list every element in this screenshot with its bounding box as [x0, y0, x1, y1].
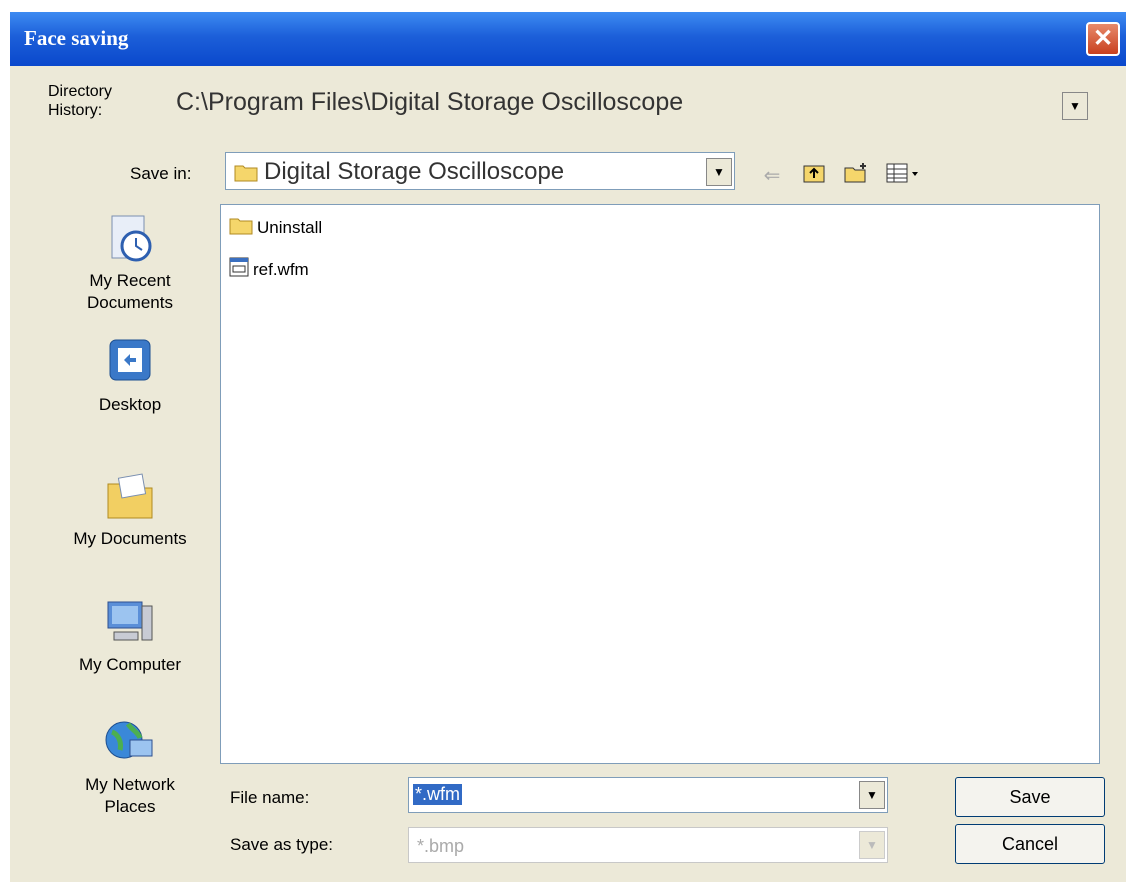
save-button[interactable]: Save [955, 777, 1105, 817]
save-as-type-dropdown[interactable]: ▼ [859, 831, 885, 859]
chevron-down-icon: ▼ [713, 165, 725, 179]
chevron-down-icon: ▼ [1069, 99, 1081, 113]
place-my-computer[interactable]: My Computer [50, 596, 210, 676]
file-name-label: File name: [230, 788, 310, 807]
file-name: ref.wfm [253, 259, 309, 279]
my-computer-icon [102, 596, 158, 650]
file-name-dropdown[interactable]: ▼ [859, 781, 885, 809]
cancel-button[interactable]: Cancel [955, 824, 1105, 864]
place-desktop[interactable]: Desktop [50, 336, 210, 416]
dialog-title: Face saving [24, 26, 129, 50]
directory-history-label: Directory History: [48, 83, 113, 119]
up-folder-icon [802, 165, 826, 189]
file-name-input[interactable]: *.wfm ▼ [408, 777, 888, 813]
directory-history-value: C:\Program Files\Digital Storage Oscillo… [176, 88, 684, 116]
save-as-type-value: *.bmp [417, 836, 465, 856]
place-recent-documents[interactable]: My Recent Documents [50, 212, 210, 314]
view-menu-icon [885, 163, 921, 189]
place-my-documents[interactable]: My Documents [50, 470, 210, 550]
folder-icon [234, 162, 258, 187]
place-label: My Computer [78, 655, 182, 674]
new-folder-icon [843, 163, 869, 189]
place-label: My Recent Documents [87, 271, 173, 312]
list-item[interactable]: Uninstall [229, 215, 322, 240]
view-menu-button[interactable] [882, 162, 924, 190]
places-bar: My Recent Documents Desktop My Documents… [50, 212, 210, 872]
save-as-type-select[interactable]: *.bmp ▼ [408, 827, 888, 863]
close-icon: ✕ [1092, 25, 1114, 52]
save-dialog: Face saving ✕ Directory History: C:\Prog… [10, 12, 1126, 882]
file-icon [229, 257, 249, 282]
desktop-icon [102, 336, 158, 390]
folder-icon [229, 215, 253, 240]
save-in-dropdown[interactable]: ▼ [706, 158, 732, 186]
new-folder-button[interactable] [842, 162, 870, 190]
save-in-value: Digital Storage Oscilloscope [264, 158, 565, 185]
file-list[interactable]: Uninstall ref.wfm [220, 204, 1100, 764]
place-label: My Network Places [85, 775, 175, 816]
back-button[interactable]: ⇐ [758, 162, 786, 190]
title-bar[interactable]: Face saving ✕ [10, 12, 1126, 66]
recent-documents-icon [102, 212, 158, 266]
chevron-down-icon: ▼ [866, 838, 878, 852]
up-folder-button[interactable] [800, 162, 828, 190]
place-label: Desktop [98, 395, 162, 414]
place-label: My Documents [73, 529, 187, 548]
place-network-places[interactable]: My Network Places [50, 716, 210, 818]
network-places-icon [102, 716, 158, 770]
file-name: Uninstall [257, 217, 323, 237]
list-item[interactable]: ref.wfm [229, 257, 309, 282]
chevron-down-icon: ▼ [866, 788, 878, 802]
save-as-type-label: Save as type: [230, 835, 334, 854]
close-button[interactable]: ✕ [1086, 22, 1120, 56]
file-name-value: *.wfm [413, 784, 462, 805]
my-documents-icon [102, 470, 158, 524]
directory-history-dropdown[interactable]: ▼ [1062, 92, 1088, 120]
back-arrow-icon: ⇐ [763, 165, 781, 187]
directory-history-combo[interactable]: C:\Program Files\Digital Storage Oscillo… [172, 84, 1092, 126]
save-in-label: Save in: [130, 164, 192, 183]
save-in-combo[interactable]: Digital Storage Oscilloscope ▼ [225, 152, 735, 190]
